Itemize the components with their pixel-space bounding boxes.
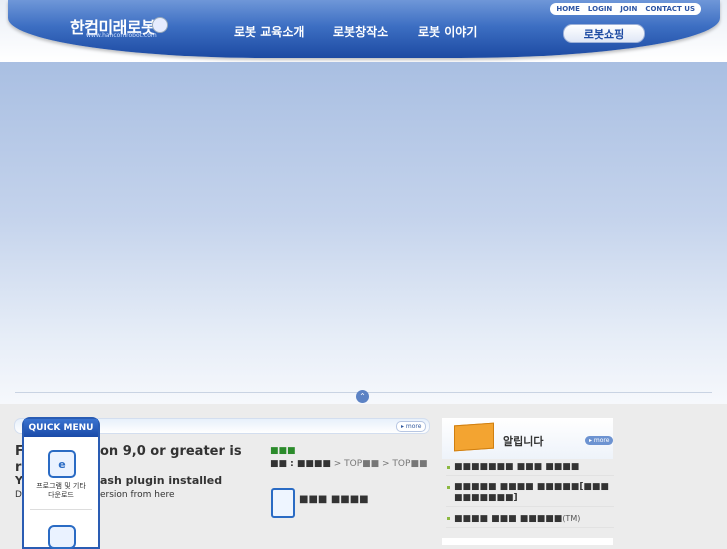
- breadcrumb-item-1[interactable]: > TOP■■: [331, 459, 379, 469]
- contact-link[interactable]: CONTACT US: [645, 5, 695, 13]
- notice-more-button[interactable]: ▸ more: [585, 436, 614, 445]
- notice-item[interactable]: ■■■■■■■ ■■■ ■■■■: [446, 462, 614, 476]
- login-link[interactable]: LOGIN: [588, 5, 612, 13]
- logo-url: www.hancomrobot.com: [86, 32, 157, 39]
- flash-banner-area: [0, 62, 727, 404]
- breadcrumb-item-2[interactable]: > TOP■■: [379, 459, 427, 469]
- nav-robot-creation[interactable]: 로봇창작소: [333, 23, 388, 40]
- nav-robot-story[interactable]: 로봇 이야기: [418, 23, 477, 40]
- home-link[interactable]: HOME: [556, 5, 580, 13]
- robot-shop-button[interactable]: 로봇쇼핑: [563, 24, 645, 43]
- notice-item-suffix: (TM): [562, 514, 581, 523]
- breadcrumb: ■■ : ■■■■ > TOP■■ > TOP■■: [270, 459, 427, 469]
- flash-msg-3b: ash plugin installed: [100, 474, 223, 487]
- main-more-button[interactable]: ▸ more: [396, 421, 427, 432]
- notice-item[interactable]: ■■■■ ■■■ ■■■■■(TM): [446, 513, 614, 528]
- flash-download-link[interactable]: ersion from here: [100, 490, 175, 500]
- quick-label-line2: 다운로드: [48, 491, 74, 499]
- section-marker: ■■■: [270, 446, 296, 456]
- join-link[interactable]: JOIN: [620, 5, 637, 13]
- notebook-icon: [271, 488, 295, 518]
- top-links: HOME LOGIN JOIN CONTACT US: [550, 3, 701, 15]
- column2-title[interactable]: ■■■ ■■■■: [299, 494, 369, 505]
- quick-menu: QUICK MENU e 프로그램 및 기타 다운로드: [22, 417, 100, 549]
- scroll-top-icon[interactable]: ⌃: [356, 390, 369, 403]
- robot-icon[interactable]: [48, 525, 76, 549]
- site-header: 한컴미래로봇 www.hancomrobot.com 로봇 교육소개 로봇창작소…: [0, 0, 727, 62]
- notice-title: 알립니다: [503, 435, 544, 448]
- notice-list: ■■■■■■■ ■■■ ■■■■ ■■■■■ ■■■■ ■■■■■[■■■ ■■…: [446, 462, 614, 534]
- download-program-icon[interactable]: e: [48, 450, 76, 478]
- breadcrumb-label: ■■ : ■■■■: [270, 459, 331, 469]
- quick-menu-divider: [30, 509, 92, 510]
- flash-msg-4a[interactable]: D: [15, 490, 22, 500]
- bottom-panel: [442, 538, 613, 545]
- logo-emblem-icon: [152, 17, 168, 33]
- flash-msg-1b: on 9,0 or greater is: [100, 444, 242, 459]
- quick-label-line1: 프로그램 및 기타: [36, 482, 86, 490]
- quick-menu-title: QUICK MENU: [24, 419, 98, 437]
- notice-item-text: ■■■■■ ■■■■ ■■■■■[■■■ ■■■■■■■]: [454, 482, 609, 503]
- notice-flag-icon: [454, 422, 494, 452]
- quick-menu-download[interactable]: 프로그램 및 기타 다운로드: [24, 482, 98, 500]
- notice-item[interactable]: ■■■■■ ■■■■ ■■■■■[■■■ ■■■■■■■]: [446, 482, 614, 507]
- notice-item-text: ■■■■ ■■■ ■■■■■: [454, 514, 563, 524]
- notice-item-text: ■■■■■■■ ■■■ ■■■■: [454, 462, 580, 472]
- nav-robot-education[interactable]: 로봇 교육소개: [234, 23, 304, 40]
- flash-msg-2: r: [15, 460, 22, 475]
